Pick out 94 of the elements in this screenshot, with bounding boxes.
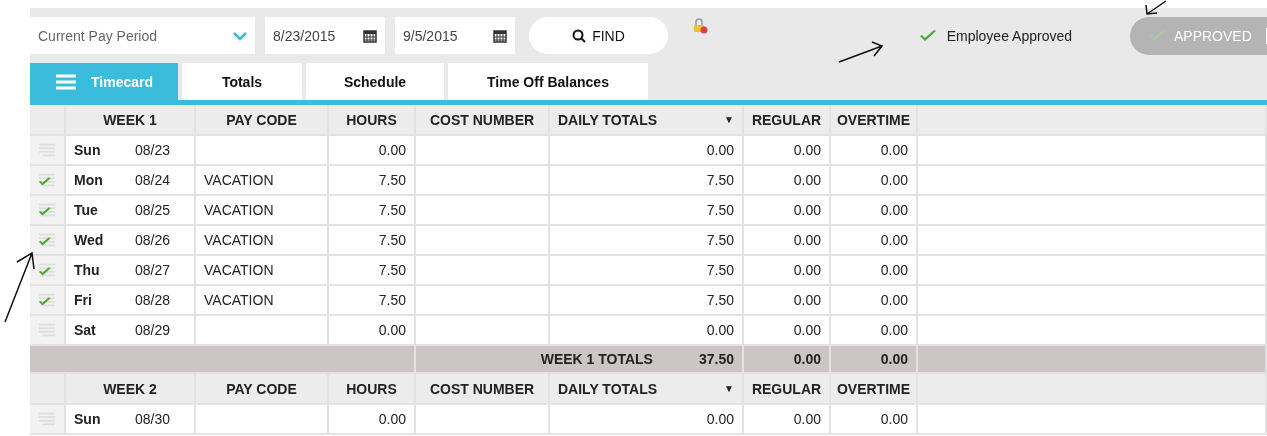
approved-lines-icon[interactable]: [38, 262, 56, 278]
date-text: 08/26: [134, 232, 170, 248]
column-header: OVERTIME: [836, 111, 911, 128]
day-name: Mon: [74, 172, 103, 188]
overtime-hours: 0.00: [880, 232, 908, 248]
overtime-hours: 0.00: [880, 292, 908, 308]
hours-value: 0.00: [378, 411, 406, 427]
calendar-icon: [493, 28, 507, 43]
day-name: Thu: [74, 262, 100, 278]
pay-code: VACATION: [204, 262, 274, 278]
overtime-hours: 0.00: [880, 322, 908, 338]
regular-hours: 0.00: [793, 232, 821, 248]
sort-caret[interactable]: ▼: [724, 383, 734, 394]
column-header: REGULAR: [751, 380, 822, 397]
lock-icon[interactable]: [692, 18, 708, 34]
day-name: Tue: [74, 202, 98, 218]
calendar-icon: [363, 28, 377, 43]
regular-hours: 0.00: [793, 262, 821, 278]
day-name: Fri: [74, 292, 92, 308]
approved-lines-icon[interactable]: [38, 232, 56, 248]
day-name: Sun: [74, 142, 101, 158]
regular-hours: 0.00: [793, 322, 821, 338]
regular-hours: 0.00: [793, 411, 821, 427]
column-header: OVERTIME: [836, 380, 911, 397]
pay-code: VACATION: [204, 292, 274, 308]
column-header: WEEK 2: [103, 380, 157, 397]
daily-total: 37.50: [698, 351, 734, 367]
pay-code: VACATION: [204, 232, 274, 248]
pay-code: VACATION: [204, 172, 274, 188]
column-header: COST NUMBER: [429, 111, 535, 128]
regular-hours: 0.00: [793, 142, 821, 158]
find-button[interactable]: FIND: [529, 17, 668, 54]
tab[interactable]: Totals: [182, 63, 302, 100]
totals-label: WEEK 1 TOTALS: [540, 351, 653, 367]
hours-value: 0.00: [378, 322, 406, 338]
day-name: Sun: [74, 411, 101, 427]
overtime-hours: 0.00: [880, 202, 908, 218]
column-header: HOURS: [346, 380, 397, 397]
column-header: HOURS: [346, 111, 397, 128]
date-text: 08/24: [134, 172, 170, 188]
overtime-hours: 0.00: [880, 172, 908, 188]
overtime-hours: 0.00: [880, 351, 908, 367]
column-header: PAY CODE: [226, 111, 297, 128]
hand-drawn-arrow: [838, 40, 884, 64]
hours-value: 7.50: [378, 232, 406, 248]
tab[interactable]: Time Off Balances: [448, 63, 648, 100]
approved-lines-icon[interactable]: [38, 202, 56, 218]
column-header: DAILY TOTALS: [558, 380, 658, 397]
date-text: 08/27: [134, 262, 170, 278]
daily-total: 7.50: [706, 202, 734, 218]
hand-drawn-arrow: [1144, 0, 1168, 16]
daily-total: 0.00: [706, 411, 734, 427]
search-icon: [572, 28, 587, 43]
sort-caret[interactable]: ▼: [724, 114, 734, 125]
approved-lines-icon[interactable]: [38, 292, 56, 308]
daily-total: 7.50: [706, 262, 734, 278]
pay-period-dropdown[interactable]: Current Pay Period: [30, 17, 255, 54]
date-text: 08/30: [134, 411, 170, 427]
hours-value: 7.50: [378, 202, 406, 218]
column-header: WEEK 1: [103, 111, 157, 128]
column-header: REGULAR: [751, 111, 822, 128]
day-name: Wed: [74, 232, 104, 248]
day-name: Sat: [74, 322, 96, 338]
hours-value: 7.50: [378, 292, 406, 308]
regular-hours: 0.00: [793, 351, 821, 367]
daily-total: 7.50: [706, 172, 734, 188]
overtime-hours: 0.00: [880, 142, 908, 158]
daily-total: 7.50: [706, 232, 734, 248]
daily-total: 0.00: [706, 322, 734, 338]
daily-total: 7.50: [706, 292, 734, 308]
regular-hours: 0.00: [793, 202, 821, 218]
hours-value: 7.50: [378, 262, 406, 278]
column-header: DAILY TOTALS: [558, 111, 658, 128]
regular-hours: 0.00: [793, 172, 821, 188]
column-header: COST NUMBER: [429, 380, 535, 397]
date-text: 08/28: [134, 292, 170, 308]
date-text: 08/23: [134, 142, 170, 158]
chevron-down-icon: [233, 30, 247, 41]
column-header: PAY CODE: [226, 380, 297, 397]
status-label: Employee Approved: [946, 27, 1072, 44]
date-text: 08/29: [134, 322, 170, 338]
overtime-hours: 0.00: [880, 411, 908, 427]
daily-total: 0.00: [706, 142, 734, 158]
hours-value: 7.50: [378, 172, 406, 188]
pay-code: VACATION: [204, 202, 274, 218]
tab[interactable]: Schedule: [306, 63, 444, 100]
approved-lines-icon[interactable]: [38, 172, 56, 188]
overtime-hours: 0.00: [880, 262, 908, 278]
date-field[interactable]: 8/23/2015: [265, 17, 385, 54]
menu-icon: [55, 73, 77, 90]
date-field[interactable]: 9/5/2015: [395, 17, 515, 54]
hours-value: 0.00: [378, 142, 406, 158]
date-text: 08/25: [134, 202, 170, 218]
regular-hours: 0.00: [793, 292, 821, 308]
